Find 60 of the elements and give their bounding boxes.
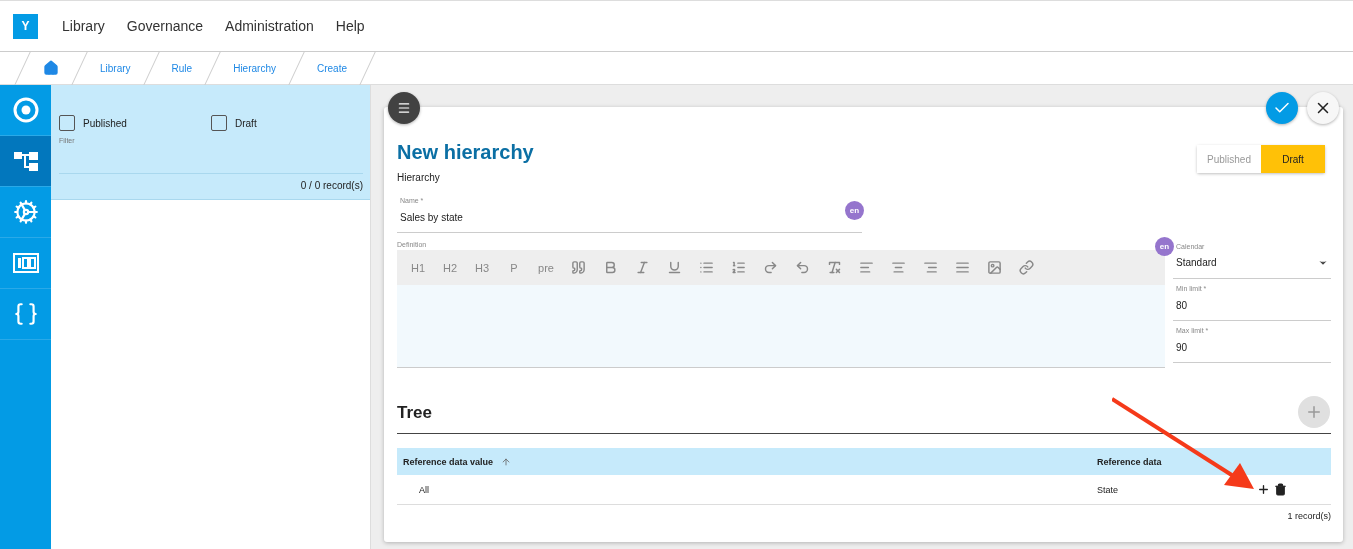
column-header[interactable]: Reference data value [403, 456, 494, 467]
status-option[interactable]: Published [1197, 145, 1261, 173]
format-button[interactable]: H1 [402, 252, 434, 283]
checkbox-label: Draft [235, 117, 257, 129]
counter-icon [12, 253, 39, 273]
clear-format-icon[interactable] [826, 260, 842, 275]
plus-icon [1305, 403, 1323, 421]
language-badge[interactable]: en [1155, 237, 1174, 256]
form-title: New hierarchy [397, 141, 534, 164]
close-button[interactable] [1307, 92, 1339, 124]
record-count: 1 record(s) [1287, 511, 1331, 521]
menu-item[interactable]: Library [62, 18, 105, 34]
breadcrumb-link[interactable]: Hierarchy [223, 62, 286, 74]
align-left-icon[interactable] [858, 260, 874, 275]
link-icon[interactable] [1018, 260, 1034, 275]
add-button[interactable] [1298, 396, 1330, 428]
align-justify-icon[interactable] [954, 260, 970, 275]
menu-icon [397, 101, 411, 115]
bullet-list-icon[interactable] [698, 260, 714, 275]
sort-arrow-icon[interactable] [501, 456, 512, 467]
align-center-icon[interactable] [890, 260, 906, 275]
status-option[interactable]: Draft [1261, 145, 1325, 173]
checkbox[interactable] [59, 115, 75, 131]
section-title: Tree [397, 402, 432, 423]
gear-icon [12, 199, 39, 225]
quote-icon[interactable] [570, 260, 586, 275]
breadcrumb-link[interactable]: Create [306, 62, 357, 74]
format-button[interactable]: H3 [466, 252, 498, 283]
checkbox[interactable] [211, 115, 227, 131]
app-logo[interactable]: Y [13, 13, 38, 39]
breadcrumb-link[interactable]: Library [90, 62, 141, 74]
record-count: 0 / 0 record(s) [300, 180, 363, 191]
menu-item[interactable]: Governance [126, 18, 204, 34]
underline-icon[interactable] [666, 260, 682, 275]
format-button[interactable]: H2 [434, 252, 466, 283]
redo-icon[interactable] [762, 260, 778, 275]
target-icon [12, 97, 39, 123]
braces-icon [12, 301, 39, 327]
sidebar-item[interactable] [0, 136, 51, 187]
menu-item[interactable]: Administration [225, 18, 314, 34]
form-subtitle: Hierarchy [397, 172, 441, 183]
italic-icon[interactable] [634, 260, 650, 275]
add-child-icon[interactable] [1257, 483, 1270, 496]
breadcrumb-link[interactable]: Rule [161, 62, 203, 74]
format-button[interactable]: P [498, 252, 530, 283]
align-right-icon[interactable] [922, 260, 938, 275]
column-header[interactable]: Reference data [1097, 456, 1162, 467]
menu-item[interactable]: Help [335, 18, 365, 34]
checkbox-label: Published [83, 117, 127, 129]
undo-icon[interactable] [794, 260, 810, 275]
table-cell-text: All [418, 484, 430, 495]
language-badge[interactable]: en [845, 201, 864, 220]
image-icon[interactable] [986, 260, 1002, 275]
format-button[interactable]: pre [530, 252, 562, 283]
numbered-list-icon[interactable] [730, 260, 746, 275]
delete-icon[interactable] [1274, 483, 1287, 496]
table-cell-text: State [1097, 484, 1119, 495]
menu-button[interactable] [388, 92, 420, 124]
home-icon[interactable] [43, 60, 59, 76]
confirm-button[interactable] [1266, 92, 1298, 124]
